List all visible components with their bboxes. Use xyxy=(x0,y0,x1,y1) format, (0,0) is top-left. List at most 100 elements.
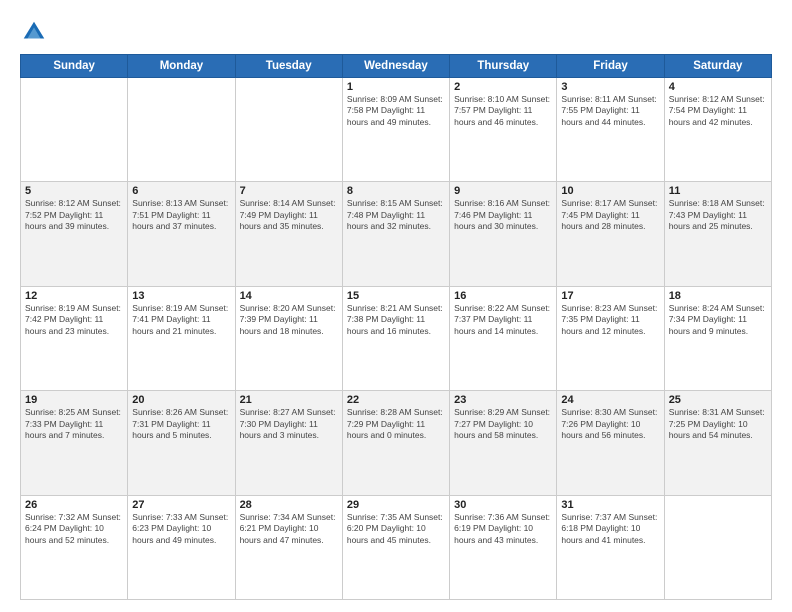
day-info: Sunrise: 8:17 AM Sunset: 7:45 PM Dayligh… xyxy=(561,198,659,232)
calendar-cell: 25Sunrise: 8:31 AM Sunset: 7:25 PM Dayli… xyxy=(664,391,771,495)
calendar-cell: 19Sunrise: 8:25 AM Sunset: 7:33 PM Dayli… xyxy=(21,391,128,495)
day-number: 30 xyxy=(454,499,552,511)
day-info: Sunrise: 8:29 AM Sunset: 7:27 PM Dayligh… xyxy=(454,407,552,441)
day-info: Sunrise: 8:22 AM Sunset: 7:37 PM Dayligh… xyxy=(454,303,552,337)
calendar-cell: 11Sunrise: 8:18 AM Sunset: 7:43 PM Dayli… xyxy=(664,182,771,286)
calendar-cell: 14Sunrise: 8:20 AM Sunset: 7:39 PM Dayli… xyxy=(235,286,342,390)
day-info: Sunrise: 8:28 AM Sunset: 7:29 PM Dayligh… xyxy=(347,407,445,441)
column-header-tuesday: Tuesday xyxy=(235,55,342,78)
day-number: 14 xyxy=(240,290,338,302)
day-info: Sunrise: 7:36 AM Sunset: 6:19 PM Dayligh… xyxy=(454,512,552,546)
calendar-cell: 16Sunrise: 8:22 AM Sunset: 7:37 PM Dayli… xyxy=(450,286,557,390)
day-number: 29 xyxy=(347,499,445,511)
calendar-cell xyxy=(21,78,128,182)
calendar-cell: 27Sunrise: 7:33 AM Sunset: 6:23 PM Dayli… xyxy=(128,495,235,599)
day-info: Sunrise: 8:30 AM Sunset: 7:26 PM Dayligh… xyxy=(561,407,659,441)
day-info: Sunrise: 8:20 AM Sunset: 7:39 PM Dayligh… xyxy=(240,303,338,337)
calendar-cell: 15Sunrise: 8:21 AM Sunset: 7:38 PM Dayli… xyxy=(342,286,449,390)
day-number: 9 xyxy=(454,185,552,197)
day-info: Sunrise: 7:35 AM Sunset: 6:20 PM Dayligh… xyxy=(347,512,445,546)
calendar-week-1: 5Sunrise: 8:12 AM Sunset: 7:52 PM Daylig… xyxy=(21,182,772,286)
column-header-saturday: Saturday xyxy=(664,55,771,78)
calendar-cell: 8Sunrise: 8:15 AM Sunset: 7:48 PM Daylig… xyxy=(342,182,449,286)
day-number: 12 xyxy=(25,290,123,302)
day-number: 28 xyxy=(240,499,338,511)
calendar-cell: 28Sunrise: 7:34 AM Sunset: 6:21 PM Dayli… xyxy=(235,495,342,599)
day-info: Sunrise: 8:15 AM Sunset: 7:48 PM Dayligh… xyxy=(347,198,445,232)
day-number: 1 xyxy=(347,81,445,93)
day-info: Sunrise: 8:25 AM Sunset: 7:33 PM Dayligh… xyxy=(25,407,123,441)
calendar-cell: 13Sunrise: 8:19 AM Sunset: 7:41 PM Dayli… xyxy=(128,286,235,390)
day-number: 18 xyxy=(669,290,767,302)
day-number: 4 xyxy=(669,81,767,93)
day-info: Sunrise: 7:34 AM Sunset: 6:21 PM Dayligh… xyxy=(240,512,338,546)
calendar-cell: 7Sunrise: 8:14 AM Sunset: 7:49 PM Daylig… xyxy=(235,182,342,286)
calendar-cell: 31Sunrise: 7:37 AM Sunset: 6:18 PM Dayli… xyxy=(557,495,664,599)
calendar-cell: 20Sunrise: 8:26 AM Sunset: 7:31 PM Dayli… xyxy=(128,391,235,495)
calendar-cell: 30Sunrise: 7:36 AM Sunset: 6:19 PM Dayli… xyxy=(450,495,557,599)
day-info: Sunrise: 8:11 AM Sunset: 7:55 PM Dayligh… xyxy=(561,94,659,128)
day-number: 22 xyxy=(347,394,445,406)
day-info: Sunrise: 8:21 AM Sunset: 7:38 PM Dayligh… xyxy=(347,303,445,337)
day-info: Sunrise: 8:31 AM Sunset: 7:25 PM Dayligh… xyxy=(669,407,767,441)
day-number: 15 xyxy=(347,290,445,302)
day-info: Sunrise: 8:10 AM Sunset: 7:57 PM Dayligh… xyxy=(454,94,552,128)
day-number: 16 xyxy=(454,290,552,302)
day-number: 23 xyxy=(454,394,552,406)
calendar-week-4: 26Sunrise: 7:32 AM Sunset: 6:24 PM Dayli… xyxy=(21,495,772,599)
calendar-cell: 24Sunrise: 8:30 AM Sunset: 7:26 PM Dayli… xyxy=(557,391,664,495)
day-info: Sunrise: 8:13 AM Sunset: 7:51 PM Dayligh… xyxy=(132,198,230,232)
calendar-cell: 12Sunrise: 8:19 AM Sunset: 7:42 PM Dayli… xyxy=(21,286,128,390)
day-info: Sunrise: 7:32 AM Sunset: 6:24 PM Dayligh… xyxy=(25,512,123,546)
calendar-cell: 26Sunrise: 7:32 AM Sunset: 6:24 PM Dayli… xyxy=(21,495,128,599)
day-number: 26 xyxy=(25,499,123,511)
column-header-wednesday: Wednesday xyxy=(342,55,449,78)
day-number: 27 xyxy=(132,499,230,511)
day-info: Sunrise: 8:26 AM Sunset: 7:31 PM Dayligh… xyxy=(132,407,230,441)
day-info: Sunrise: 7:33 AM Sunset: 6:23 PM Dayligh… xyxy=(132,512,230,546)
day-number: 20 xyxy=(132,394,230,406)
column-header-monday: Monday xyxy=(128,55,235,78)
day-number: 2 xyxy=(454,81,552,93)
day-number: 31 xyxy=(561,499,659,511)
day-number: 5 xyxy=(25,185,123,197)
calendar-cell: 9Sunrise: 8:16 AM Sunset: 7:46 PM Daylig… xyxy=(450,182,557,286)
calendar-cell xyxy=(235,78,342,182)
calendar-cell: 1Sunrise: 8:09 AM Sunset: 7:58 PM Daylig… xyxy=(342,78,449,182)
day-number: 24 xyxy=(561,394,659,406)
calendar-week-3: 19Sunrise: 8:25 AM Sunset: 7:33 PM Dayli… xyxy=(21,391,772,495)
day-info: Sunrise: 8:14 AM Sunset: 7:49 PM Dayligh… xyxy=(240,198,338,232)
day-info: Sunrise: 8:27 AM Sunset: 7:30 PM Dayligh… xyxy=(240,407,338,441)
calendar-cell: 4Sunrise: 8:12 AM Sunset: 7:54 PM Daylig… xyxy=(664,78,771,182)
logo-icon xyxy=(20,18,48,46)
day-info: Sunrise: 8:12 AM Sunset: 7:54 PM Dayligh… xyxy=(669,94,767,128)
day-info: Sunrise: 8:09 AM Sunset: 7:58 PM Dayligh… xyxy=(347,94,445,128)
day-number: 3 xyxy=(561,81,659,93)
day-number: 7 xyxy=(240,185,338,197)
day-info: Sunrise: 8:24 AM Sunset: 7:34 PM Dayligh… xyxy=(669,303,767,337)
calendar-cell: 2Sunrise: 8:10 AM Sunset: 7:57 PM Daylig… xyxy=(450,78,557,182)
day-info: Sunrise: 8:19 AM Sunset: 7:41 PM Dayligh… xyxy=(132,303,230,337)
day-number: 17 xyxy=(561,290,659,302)
column-header-sunday: Sunday xyxy=(21,55,128,78)
column-header-friday: Friday xyxy=(557,55,664,78)
calendar-cell xyxy=(664,495,771,599)
calendar-cell: 5Sunrise: 8:12 AM Sunset: 7:52 PM Daylig… xyxy=(21,182,128,286)
day-number: 25 xyxy=(669,394,767,406)
calendar-cell: 23Sunrise: 8:29 AM Sunset: 7:27 PM Dayli… xyxy=(450,391,557,495)
day-number: 8 xyxy=(347,185,445,197)
day-info: Sunrise: 8:16 AM Sunset: 7:46 PM Dayligh… xyxy=(454,198,552,232)
day-number: 6 xyxy=(132,185,230,197)
calendar-cell: 10Sunrise: 8:17 AM Sunset: 7:45 PM Dayli… xyxy=(557,182,664,286)
calendar-cell xyxy=(128,78,235,182)
header xyxy=(20,18,772,46)
day-number: 11 xyxy=(669,185,767,197)
calendar-week-2: 12Sunrise: 8:19 AM Sunset: 7:42 PM Dayli… xyxy=(21,286,772,390)
calendar-cell: 17Sunrise: 8:23 AM Sunset: 7:35 PM Dayli… xyxy=(557,286,664,390)
day-info: Sunrise: 8:23 AM Sunset: 7:35 PM Dayligh… xyxy=(561,303,659,337)
logo xyxy=(20,18,52,46)
calendar-header-row: SundayMondayTuesdayWednesdayThursdayFrid… xyxy=(21,55,772,78)
page: SundayMondayTuesdayWednesdayThursdayFrid… xyxy=(0,0,792,612)
calendar-table: SundayMondayTuesdayWednesdayThursdayFrid… xyxy=(20,54,772,600)
day-number: 10 xyxy=(561,185,659,197)
